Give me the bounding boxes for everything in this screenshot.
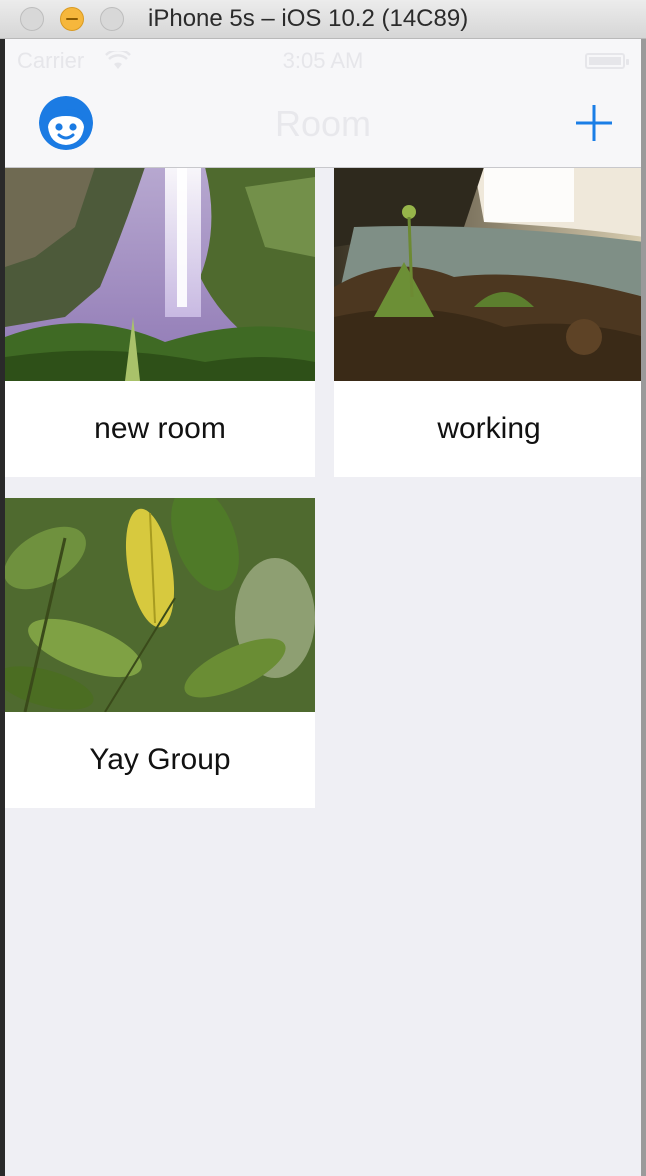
status-time: 3:05 AM xyxy=(282,48,364,73)
status-bar: Carrier 3:05 AM xyxy=(5,39,641,81)
minimize-window-button[interactable] xyxy=(60,7,84,31)
battery-icon xyxy=(585,53,629,69)
room-name: Yay Group xyxy=(89,743,231,776)
room-cell[interactable]: new room xyxy=(5,168,315,477)
page-title: Room xyxy=(274,103,372,144)
device-screen: Carrier 3:05 AM Room new room working Ya… xyxy=(5,39,641,1176)
simulator-window: iPhone 5s – iOS 10.2 (14C89) Carrier 3:0… xyxy=(0,0,646,1176)
window-titlebar: iPhone 5s – iOS 10.2 (14C89) xyxy=(0,0,646,39)
room-thumbnail-image xyxy=(334,168,641,381)
room-name: working xyxy=(437,412,541,445)
navigation-bar: Carrier 3:05 AM Room xyxy=(5,39,641,168)
window-title: iPhone 5s – iOS 10.2 (14C89) xyxy=(148,5,469,32)
zoom-window-button[interactable] xyxy=(100,7,124,31)
room-name: new room xyxy=(94,412,226,445)
background-strip-right xyxy=(641,39,646,1176)
add-room-button[interactable] xyxy=(574,103,614,143)
room-thumbnail-image xyxy=(5,168,315,381)
room-cell[interactable]: Yay Group xyxy=(5,498,315,808)
close-window-button[interactable] xyxy=(20,7,44,31)
room-thumbnail-image xyxy=(5,498,315,712)
room-cell[interactable]: working xyxy=(334,168,641,477)
